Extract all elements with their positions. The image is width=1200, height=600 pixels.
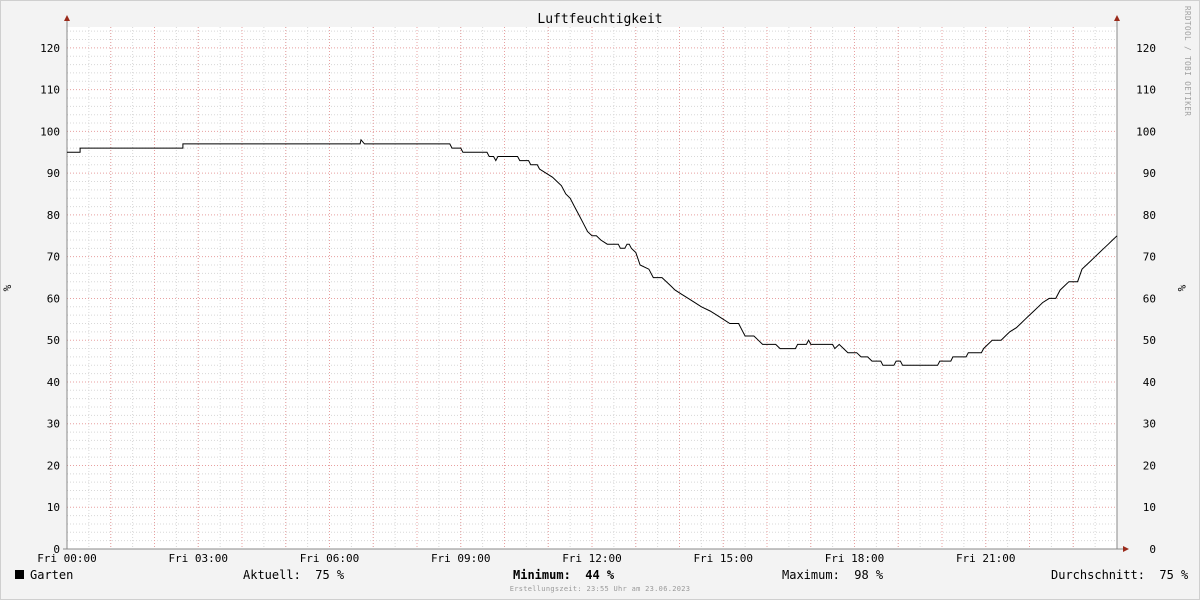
y-tick-label-right: 30: [1143, 418, 1156, 431]
minimum-label: Minimum:: [513, 568, 571, 582]
legend-series-name: Garten: [30, 568, 74, 582]
x-tick-label: Fri 15:00: [693, 552, 753, 565]
y-tick-label-left: 30: [47, 418, 60, 431]
aktuell-value: 75 %: [315, 568, 345, 582]
legend-series: Garten: [15, 568, 73, 582]
y-tick-label-left: 80: [47, 209, 60, 222]
y-axis-arrow-right: [1114, 15, 1120, 21]
legend-aktuell: Aktuell: 75 %: [243, 568, 344, 582]
x-tick-label: Fri 09:00: [431, 552, 491, 565]
y-tick-label-left: 50: [47, 334, 60, 347]
aktuell-label: Aktuell:: [243, 568, 301, 582]
y-tick-label-left: 90: [47, 167, 60, 180]
y-tick-label-left: 100: [40, 125, 60, 138]
y-axis-arrow-left: [64, 15, 70, 21]
x-tick-label: Fri 06:00: [300, 552, 360, 565]
y-axis-label-right: %: [1175, 285, 1188, 292]
rrdtool-watermark: RRDTOOL / TOBI OETIKER: [1183, 6, 1192, 117]
x-axis-arrow: [1123, 546, 1129, 552]
y-tick-label-left: 60: [47, 292, 60, 305]
y-tick-label-right: 0: [1149, 543, 1156, 556]
y-tick-label-right: 80: [1143, 209, 1156, 222]
durchschnitt-value: 75 %: [1159, 568, 1189, 582]
humidity-chart: Luftfeuchtigkeit 0 010 1020 2030 3040 4050 506…: [1, 12, 1188, 565]
y-tick-label-right: 120: [1136, 42, 1156, 55]
plot-area: 0 010 1020 2030 3040 4050 5060 6070 7080 8090 9010…: [1, 15, 1188, 565]
chart-title: Luftfeuchtigkeit: [537, 12, 662, 27]
y-tick-label-right: 20: [1143, 459, 1156, 472]
y-tick-label-right: 70: [1143, 251, 1156, 264]
legend-minimum: Minimum: 44 %: [513, 568, 614, 582]
durchschnitt-label: Durchschnitt:: [1051, 568, 1145, 582]
y-tick-label-right: 100: [1136, 125, 1156, 138]
legend-maximum: Maximum: 98 %: [782, 568, 883, 582]
y-axis-label-left: %: [1, 284, 14, 291]
x-tick-label: Fri 18:00: [825, 552, 885, 565]
maximum-label: Maximum:: [782, 568, 840, 582]
x-tick-label: Fri 03:00: [168, 552, 228, 565]
x-tick-label: Fri 00:00: [37, 552, 97, 565]
y-tick-label-right: 110: [1136, 84, 1156, 97]
minimum-value: 44 %: [585, 568, 615, 582]
y-tick-label-left: 40: [47, 376, 60, 389]
y-tick-label-right: 50: [1143, 334, 1156, 347]
y-tick-label-left: 110: [40, 84, 60, 97]
footer-timestamp: Erstellungszeit: 23:55 Uhr am 23.06.2023: [509, 585, 691, 593]
y-tick-label-right: 40: [1143, 376, 1156, 389]
x-tick-label: Fri 21:00: [956, 552, 1016, 565]
y-tick-label-left: 120: [40, 42, 60, 55]
y-tick-label-left: 70: [47, 251, 60, 264]
y-tick-label-left: 20: [47, 459, 60, 472]
x-tick-label: Fri 12:00: [562, 552, 622, 565]
maximum-value: 98 %: [854, 568, 884, 582]
legend-durchschnitt: Durchschnitt: 75 %: [1051, 568, 1188, 582]
y-tick-label-right: 90: [1143, 167, 1156, 180]
legend-swatch: [15, 570, 24, 579]
y-tick-label-left: 10: [47, 501, 60, 514]
y-tick-label-right: 60: [1143, 292, 1156, 305]
y-tick-label-right: 10: [1143, 501, 1156, 514]
